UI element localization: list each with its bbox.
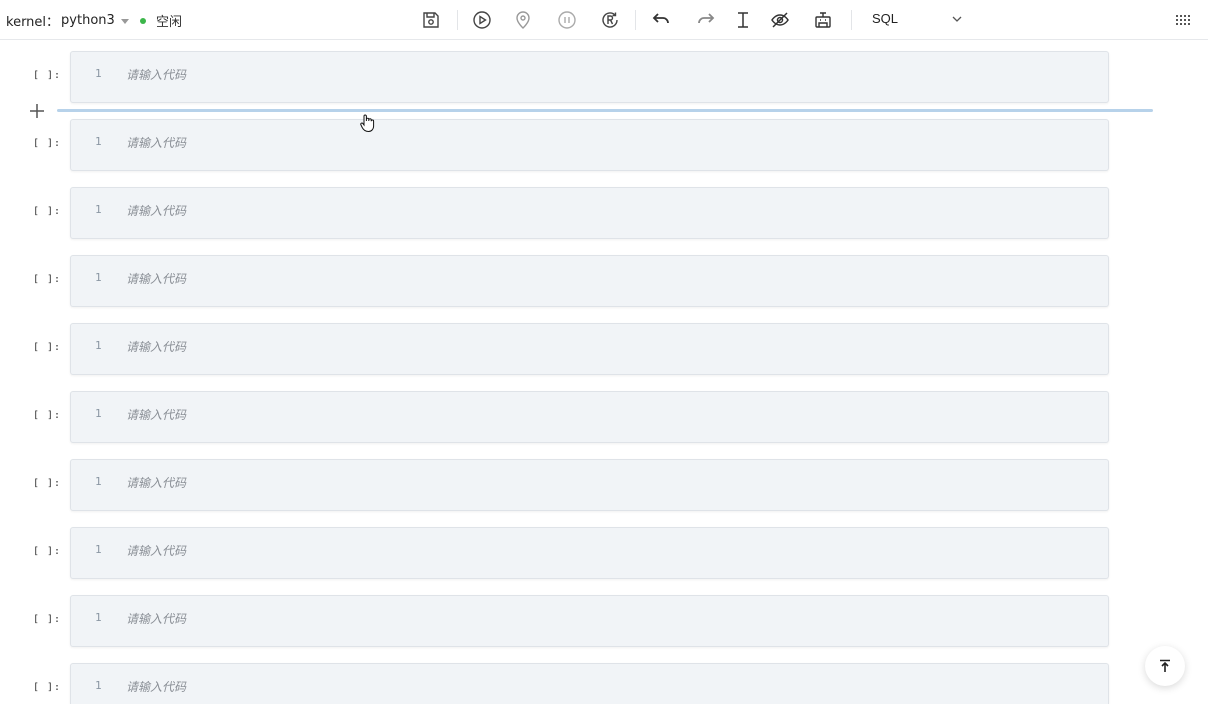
kernel-status: 空闲 xyxy=(140,11,182,30)
cell-prompt: [ ]: xyxy=(33,70,62,81)
line-number: 1 xyxy=(95,611,102,624)
run-button[interactable] xyxy=(471,9,493,31)
restart-kernel-button[interactable] xyxy=(599,9,621,31)
code-cell[interactable]: 1 请输入代码 xyxy=(70,459,1109,511)
toolbar-divider xyxy=(457,10,458,30)
chevron-down-icon[interactable] xyxy=(951,13,963,25)
status-dot-icon xyxy=(140,17,146,24)
line-number: 1 xyxy=(95,475,102,488)
code-cell[interactable]: 1 请输入代码 xyxy=(70,255,1109,307)
hand-cursor-icon xyxy=(360,114,375,133)
redo-button[interactable] xyxy=(695,9,717,31)
cell-prompt: [ ]: xyxy=(33,614,62,625)
cell-prompt: [ ]: xyxy=(33,478,62,489)
cell-prompt: [ ]: xyxy=(33,546,62,557)
code-cell[interactable]: 1 请输入代码 xyxy=(70,323,1109,375)
code-placeholder[interactable]: 请输入代码 xyxy=(126,66,186,83)
code-cell[interactable]: 1 请输入代码 xyxy=(70,119,1109,171)
insert-text-button[interactable] xyxy=(732,9,754,31)
code-placeholder[interactable]: 请输入代码 xyxy=(126,406,186,423)
code-cell[interactable]: 1 请输入代码 xyxy=(70,391,1109,443)
redo-icon xyxy=(698,13,715,24)
cell-prompt: [ ]: xyxy=(33,410,62,421)
code-cell[interactable]: 1 请输入代码 xyxy=(70,51,1109,103)
undo-icon xyxy=(652,13,669,24)
robot-icon xyxy=(815,12,831,28)
location-icon xyxy=(516,11,530,29)
insert-cell-line[interactable] xyxy=(57,109,1153,112)
undo-button[interactable] xyxy=(650,9,672,31)
code-placeholder[interactable]: 请输入代码 xyxy=(126,542,186,559)
hide-icon xyxy=(771,12,789,28)
code-placeholder[interactable]: 请输入代码 xyxy=(126,474,186,491)
interrupt-button[interactable] xyxy=(556,9,578,31)
arrow-to-top-icon xyxy=(1160,659,1170,672)
save-button[interactable] xyxy=(420,9,442,31)
line-number: 1 xyxy=(95,407,102,420)
run-to-cell-button[interactable] xyxy=(512,9,534,31)
run-icon xyxy=(473,11,491,29)
assistant-button[interactable] xyxy=(812,9,834,31)
code-placeholder[interactable]: 请输入代码 xyxy=(126,134,186,151)
notebook-toolbar: kernel： python3 空闲 SQL xyxy=(0,0,1208,40)
cell-prompt: [ ]: xyxy=(33,682,62,693)
grid-menu-icon[interactable] xyxy=(1176,13,1190,27)
code-cell[interactable]: 1 请输入代码 xyxy=(70,187,1109,239)
kernel-selector[interactable]: kernel： python3 xyxy=(6,11,129,30)
kernel-status-text: 空闲 xyxy=(156,15,183,30)
code-cell[interactable]: 1 请输入代码 xyxy=(70,663,1109,704)
kernel-name: python3 xyxy=(61,13,115,28)
line-number: 1 xyxy=(95,271,102,284)
save-icon xyxy=(423,12,439,28)
line-number: 1 xyxy=(95,339,102,352)
hide-output-button[interactable] xyxy=(769,9,791,31)
toolbar-divider xyxy=(851,10,852,30)
caret-down-icon xyxy=(120,18,129,24)
code-placeholder[interactable]: 请输入代码 xyxy=(126,202,186,219)
cell-prompt: [ ]: xyxy=(33,342,62,353)
code-placeholder[interactable]: 请输入代码 xyxy=(126,610,186,627)
line-number: 1 xyxy=(95,135,102,148)
line-number: 1 xyxy=(95,203,102,216)
kernel-label: kernel： xyxy=(6,15,60,30)
code-placeholder[interactable]: 请输入代码 xyxy=(126,678,186,695)
pause-icon xyxy=(558,11,576,29)
add-cell-icon[interactable] xyxy=(28,102,46,120)
code-cell[interactable]: 1 请输入代码 xyxy=(70,527,1109,579)
scroll-to-top-button[interactable] xyxy=(1145,646,1185,686)
cell-prompt: [ ]: xyxy=(33,206,62,217)
restart-icon xyxy=(602,12,618,28)
toolbar-divider xyxy=(635,10,636,30)
line-number: 1 xyxy=(95,679,102,692)
cell-type-select[interactable]: SQL xyxy=(872,11,898,26)
cell-prompt: [ ]: xyxy=(33,274,62,285)
text-cursor-icon xyxy=(738,12,748,28)
code-cell[interactable]: 1 请输入代码 xyxy=(70,595,1109,647)
line-number: 1 xyxy=(95,67,102,80)
code-placeholder[interactable]: 请输入代码 xyxy=(126,270,186,287)
code-placeholder[interactable]: 请输入代码 xyxy=(126,338,186,355)
cell-prompt: [ ]: xyxy=(33,138,62,149)
line-number: 1 xyxy=(95,543,102,556)
